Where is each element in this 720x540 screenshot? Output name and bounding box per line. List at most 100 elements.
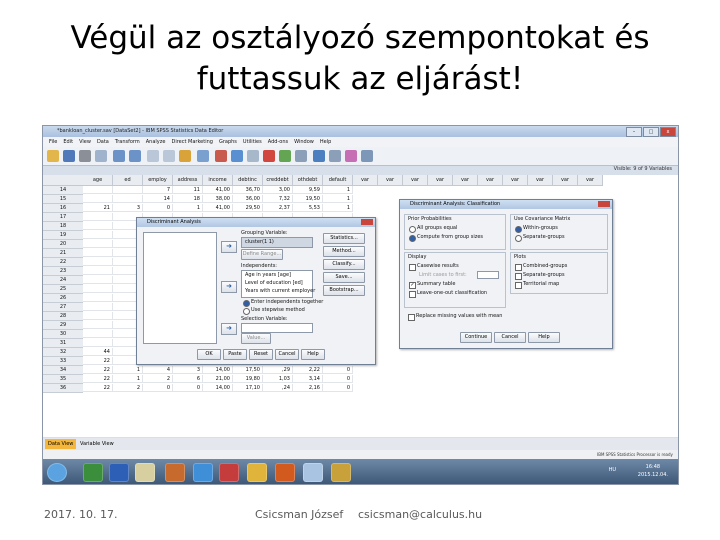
table-cell[interactable]: 2,16: [293, 384, 323, 392]
spss-taskbar-icon[interactable]: [303, 463, 323, 482]
row-number[interactable]: 35: [43, 375, 83, 384]
row-number[interactable]: 20: [43, 240, 83, 249]
value-button[interactable]: Value...: [241, 333, 271, 344]
tab-data-view[interactable]: Data View: [45, 439, 77, 449]
table-cell[interactable]: 3,00: [263, 186, 293, 194]
internet-explorer-icon[interactable]: [193, 463, 213, 482]
media-taskbar-icon[interactable]: [165, 463, 185, 482]
prior-all-equal-radio[interactable]: [409, 226, 416, 233]
table-cell[interactable]: 14,00: [203, 366, 233, 374]
table-cell[interactable]: 2,22: [293, 366, 323, 374]
row-number[interactable]: 31: [43, 339, 83, 348]
undo-icon[interactable]: [113, 150, 125, 162]
menu-item[interactable]: Window: [294, 139, 314, 145]
row-number[interactable]: 21: [43, 249, 83, 258]
move-to-independents-button[interactable]: ➜: [221, 281, 237, 293]
row-number[interactable]: 23: [43, 267, 83, 276]
minimize-button[interactable]: –: [626, 127, 642, 137]
table-cell[interactable]: [83, 303, 113, 311]
prior-compute-radio[interactable]: [409, 235, 416, 242]
select-cases-icon[interactable]: [279, 150, 291, 162]
side-button[interactable]: Save...: [323, 272, 365, 283]
menu-item[interactable]: Data: [97, 139, 109, 145]
table-cell[interactable]: [83, 294, 113, 302]
row-number[interactable]: 26: [43, 294, 83, 303]
table-cell[interactable]: 18: [173, 195, 203, 203]
use-sets-icon[interactable]: [313, 150, 325, 162]
column-header[interactable]: var: [353, 175, 378, 186]
table-cell[interactable]: 0: [323, 375, 353, 383]
table-cell[interactable]: 7: [143, 186, 173, 194]
row-number[interactable]: 17: [43, 213, 83, 222]
table-cell[interactable]: [83, 186, 113, 194]
classification-button[interactable]: Cancel: [494, 332, 526, 343]
menu-item[interactable]: Direct Marketing: [171, 139, 212, 145]
bottom-button[interactable]: OK: [197, 349, 221, 360]
row-number[interactable]: 27: [43, 303, 83, 312]
move-to-grouping-button[interactable]: ➜: [221, 241, 237, 253]
table-cell[interactable]: 2: [143, 375, 173, 383]
table-cell[interactable]: 21: [83, 204, 113, 212]
menu-item[interactable]: Utilities: [243, 139, 262, 145]
bottom-button[interactable]: Help: [301, 349, 325, 360]
table-cell[interactable]: 14: [143, 195, 173, 203]
table-cell[interactable]: ,24: [263, 384, 293, 392]
replace-missing-checkbox[interactable]: [408, 314, 415, 321]
table-cell[interactable]: 36,70: [233, 186, 263, 194]
goto-variable-icon[interactable]: [163, 150, 175, 162]
table-cell[interactable]: [83, 258, 113, 266]
row-number[interactable]: 22: [43, 258, 83, 267]
table-cell[interactable]: [83, 312, 113, 320]
limit-cases-input[interactable]: [477, 271, 499, 279]
grouping-variable-field[interactable]: cluster(1 1): [241, 237, 313, 248]
save-icon[interactable]: [63, 150, 75, 162]
casewise-checkbox[interactable]: [409, 264, 416, 271]
table-cell[interactable]: 0: [173, 384, 203, 392]
menu-item[interactable]: Analyze: [146, 139, 166, 145]
column-header[interactable]: address: [173, 175, 203, 186]
row-number[interactable]: 32: [43, 348, 83, 357]
table-cell[interactable]: 0: [323, 384, 353, 392]
independent-variable-item[interactable]: Age in years [age]: [245, 272, 291, 278]
column-header[interactable]: debtinc: [233, 175, 263, 186]
print-icon[interactable]: [79, 150, 91, 162]
table-cell[interactable]: 1: [323, 195, 353, 203]
table-cell[interactable]: [83, 276, 113, 284]
bottom-button[interactable]: Paste: [223, 349, 247, 360]
table-cell[interactable]: 22: [83, 366, 113, 374]
start-button-icon[interactable]: [47, 463, 67, 482]
find-icon[interactable]: [197, 150, 209, 162]
variables-icon[interactable]: [179, 150, 191, 162]
table-cell[interactable]: 17,10: [233, 384, 263, 392]
table-cell[interactable]: 7,32: [263, 195, 293, 203]
table-cell[interactable]: 2: [113, 384, 143, 392]
territorial-map-checkbox[interactable]: [515, 282, 522, 289]
table-cell[interactable]: 3,14: [293, 375, 323, 383]
bottom-button[interactable]: Cancel: [275, 349, 299, 360]
menu-item[interactable]: Graphs: [219, 139, 237, 145]
menu-item[interactable]: File: [49, 139, 57, 145]
source-variable-list[interactable]: [143, 232, 217, 344]
insert-variable-icon[interactable]: [231, 150, 243, 162]
column-header[interactable]: othdebt: [293, 175, 323, 186]
row-number[interactable]: 28: [43, 312, 83, 321]
table-cell[interactable]: 1: [113, 375, 143, 383]
column-header[interactable]: age: [83, 175, 113, 186]
table-cell[interactable]: [83, 339, 113, 347]
row-number[interactable]: 34: [43, 366, 83, 375]
leave-one-out-checkbox[interactable]: [409, 291, 416, 298]
table-cell[interactable]: [83, 321, 113, 329]
table-cell[interactable]: [113, 195, 143, 203]
side-button[interactable]: Classify...: [323, 259, 365, 270]
column-header[interactable]: var: [428, 175, 453, 186]
table-cell[interactable]: [83, 240, 113, 248]
powerpoint-taskbar-icon[interactable]: [275, 463, 295, 482]
table-cell[interactable]: 9,59: [293, 186, 323, 194]
row-number[interactable]: 19: [43, 231, 83, 240]
column-header[interactable]: default: [323, 175, 353, 186]
column-header[interactable]: var: [553, 175, 578, 186]
spell-check-icon[interactable]: [345, 150, 357, 162]
maximize-button[interactable]: □: [643, 127, 659, 137]
row-number[interactable]: 25: [43, 285, 83, 294]
row-number[interactable]: 30: [43, 330, 83, 339]
